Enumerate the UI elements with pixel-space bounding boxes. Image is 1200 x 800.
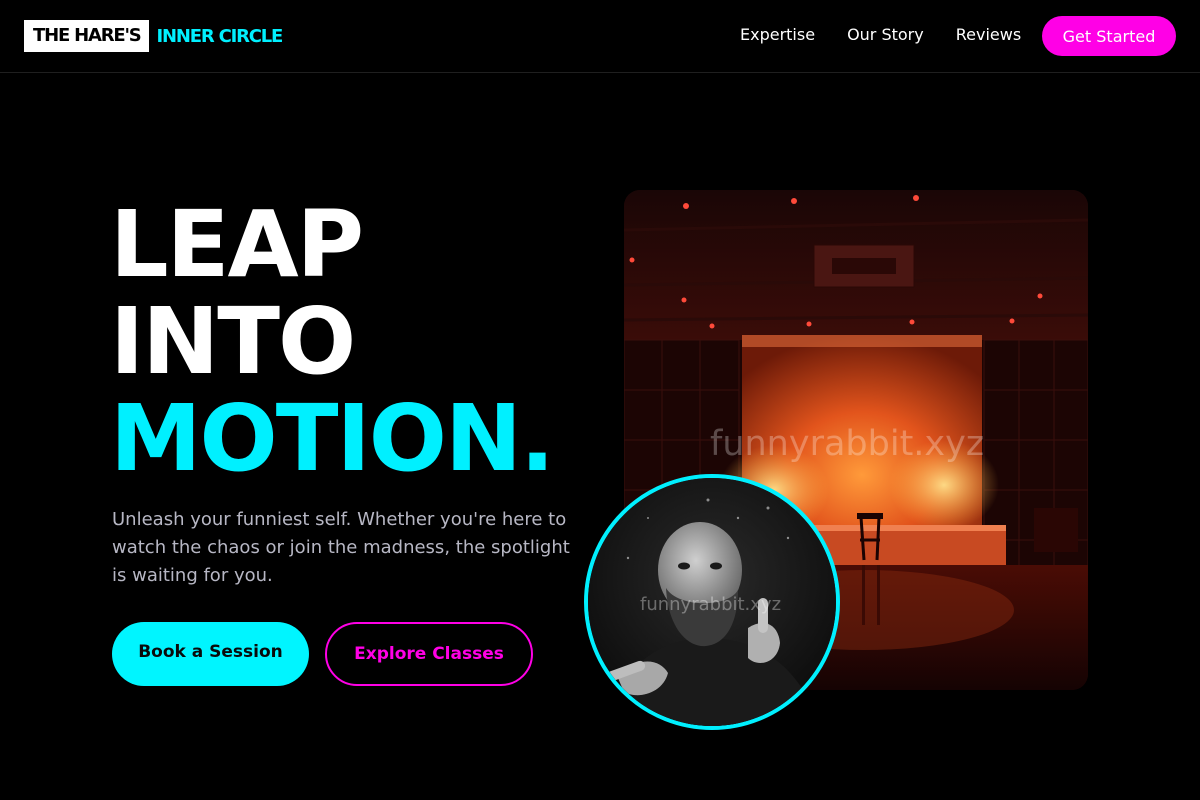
main-nav: Expertise Our Story Reviews — [740, 25, 1021, 44]
hero-headline: LEAP INTO MOTION. — [110, 191, 555, 492]
book-session-button[interactable]: Book a Session — [112, 622, 309, 686]
brand-name-accent: INNER CIRCLE — [156, 25, 284, 47]
top-navigation-bar: THE HARE'S INNER CIRCLE Expertise Our St… — [0, 0, 1200, 73]
get-started-button[interactable]: Get Started — [1042, 16, 1176, 56]
headline-line-1: LEAP — [110, 191, 364, 298]
nav-link-our-story[interactable]: Our Story — [847, 25, 924, 44]
comedian-portrait — [588, 478, 836, 726]
brand-logo[interactable]: THE HARE'S INNER CIRCLE — [24, 20, 284, 52]
brand-name-primary: THE HARE'S — [24, 20, 149, 52]
headline-line-3: MOTION. — [110, 385, 555, 492]
explore-classes-button[interactable]: Explore Classes — [325, 622, 533, 686]
nav-link-expertise[interactable]: Expertise — [740, 25, 815, 44]
hero-subtitle: Unleash your funniest self. Whether you'… — [112, 509, 570, 586]
comedian-avatar — [584, 474, 840, 730]
nav-link-reviews[interactable]: Reviews — [956, 25, 1021, 44]
headline-line-2: INTO — [110, 288, 356, 395]
